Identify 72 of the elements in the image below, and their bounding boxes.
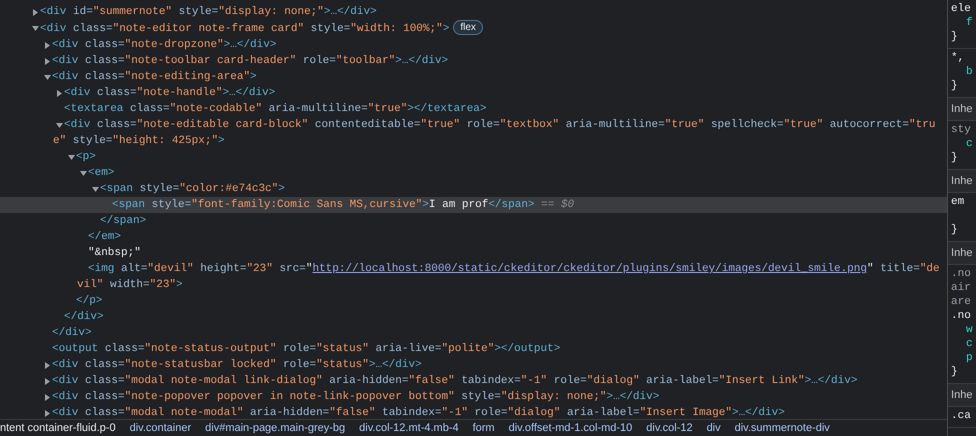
section-header[interactable]: Inhe bbox=[948, 170, 976, 193]
style-text: c bbox=[966, 338, 973, 350]
code-line[interactable]: <output class="note-status-output" role="status" aria-live="polite"></output> bbox=[0, 341, 948, 357]
expand-arrow-icon[interactable] bbox=[92, 186, 99, 193]
expand-arrow-icon[interactable] bbox=[44, 410, 51, 417]
code-line[interactable]: </div> bbox=[0, 309, 948, 325]
url-link[interactable]: http://localhost:8000/static/ckeditor/ckeditor/plugins/smiley/images/devil_smile.png bbox=[312, 263, 867, 275]
code-line[interactable]: <div class="modal note-modal link-dialog" aria-hidden="false" tabindex="-1" role="dialog" aria-label="Insert Link">…</div> bbox=[0, 373, 948, 389]
style-text: } bbox=[951, 152, 958, 164]
breadcrumb-item[interactable]: div#main-page.main-grey-bg bbox=[205, 420, 346, 436]
code-line[interactable]: "&nbsp;" bbox=[0, 245, 948, 261]
style-text: } bbox=[951, 31, 958, 43]
code-line[interactable]: </span> bbox=[0, 213, 948, 229]
style-text: .no bbox=[951, 268, 971, 280]
style-text: p bbox=[966, 352, 973, 364]
code-line[interactable]: <div class="note-popover popover in note-link-popover bottom" style="display: none;">…</div> bbox=[0, 389, 948, 405]
code-line[interactable]: <textarea class="note-codable" aria-multiline="true"></textarea> bbox=[0, 101, 948, 117]
breadcrumb-item[interactable]: div.col-12 bbox=[646, 420, 693, 436]
style-text: *, bbox=[951, 52, 964, 64]
code-line[interactable]: <div class="note-editor note-frame card" style="width: 100%;"> flex bbox=[0, 20, 948, 37]
code-line[interactable]: <div class="note-statusbar locked" role="status">…</div> bbox=[0, 357, 948, 373]
style-text: b bbox=[966, 66, 973, 78]
expand-arrow-icon[interactable] bbox=[56, 122, 63, 129]
expand-arrow-icon[interactable] bbox=[44, 74, 51, 81]
style-text: sty bbox=[951, 124, 971, 136]
code-line[interactable]: <div class="note-toolbar card-header" role="toolbar">…</div> bbox=[0, 53, 948, 69]
style-text: } bbox=[951, 224, 958, 236]
breadcrumb-item[interactable]: ntent container-fluid.p-0 bbox=[0, 420, 116, 436]
expand-arrow-icon[interactable] bbox=[68, 154, 75, 161]
code-line[interactable]: <div class="modal note-modal" aria-hidden="false" tabindex="-1" role="dialog" aria-label="Insert Image">…</div> bbox=[0, 405, 948, 419]
style-text: .ca bbox=[951, 410, 971, 422]
expand-arrow-icon[interactable] bbox=[32, 25, 39, 32]
style-text: } bbox=[951, 80, 958, 92]
expand-arrow-icon[interactable] bbox=[44, 42, 51, 49]
expand-arrow-icon[interactable] bbox=[44, 362, 51, 369]
breadcrumb-item[interactable]: div.offset-md-1.col-md-10 bbox=[508, 420, 632, 436]
code-line[interactable]: <span style="color:#e74c3c"> bbox=[0, 181, 948, 197]
style-text: c bbox=[966, 138, 973, 150]
breadcrumb-item[interactable]: div.summernote-div bbox=[734, 420, 830, 436]
code-line[interactable]: </div> bbox=[0, 325, 948, 341]
style-text: f bbox=[966, 17, 973, 29]
breadcrumb-item[interactable]: div bbox=[706, 420, 721, 436]
style-text: w bbox=[966, 324, 973, 336]
style-text: are bbox=[951, 296, 971, 308]
expand-arrow-icon[interactable] bbox=[56, 90, 63, 97]
code-line[interactable]: <div class="note-dropzone">…</div> bbox=[0, 37, 948, 53]
code-line[interactable]: <em> bbox=[0, 165, 948, 181]
code-line[interactable]: <img alt="devil" height="23" src="http://localhost:8000/static/ckeditor/ckeditor/plugins/smiley/images/devil_smile.png" title="devil" width="23"> bbox=[0, 261, 948, 293]
code-line[interactable]: <div class="note-handle">…</div> bbox=[0, 85, 948, 101]
style-text: .no bbox=[951, 310, 971, 322]
expand-arrow-icon[interactable] bbox=[32, 9, 39, 16]
style-text: } bbox=[951, 366, 958, 378]
code-line[interactable]: <div id="summernote" style="display: none;">…</div> bbox=[0, 4, 948, 20]
breadcrumb-item[interactable]: div.container bbox=[130, 420, 192, 436]
style-text: em bbox=[951, 196, 964, 208]
breadcrumb-item[interactable]: div.col-12.mt-4.mb-4 bbox=[359, 420, 459, 436]
style-text: air bbox=[951, 282, 971, 294]
expand-arrow-icon[interactable] bbox=[80, 170, 87, 177]
expand-arrow-icon[interactable] bbox=[44, 378, 51, 385]
section-header[interactable]: Inhe bbox=[948, 98, 976, 121]
style-text: ele bbox=[951, 3, 971, 15]
section-header[interactable]: Inhe bbox=[948, 242, 976, 265]
section-header[interactable]: Inhe bbox=[948, 384, 976, 407]
expand-arrow-icon[interactable] bbox=[44, 394, 51, 401]
code-line[interactable]: </em> bbox=[0, 229, 948, 245]
breadcrumb-item[interactable]: form bbox=[472, 420, 495, 436]
code-line[interactable]: <div class="note-editing-area"> bbox=[0, 69, 948, 85]
code-line[interactable]: <div class="note-editable card-block" contenteditable="true" role="textbox" aria-multiline="true" spellcheck="true" autocorrect="true" style="height: 425px;"> bbox=[0, 117, 948, 149]
flex-badge[interactable]: flex bbox=[453, 20, 483, 35]
code-line[interactable]: <p> bbox=[0, 149, 948, 165]
expand-arrow-icon[interactable] bbox=[44, 58, 51, 65]
code-line[interactable]: </p> bbox=[0, 293, 948, 309]
